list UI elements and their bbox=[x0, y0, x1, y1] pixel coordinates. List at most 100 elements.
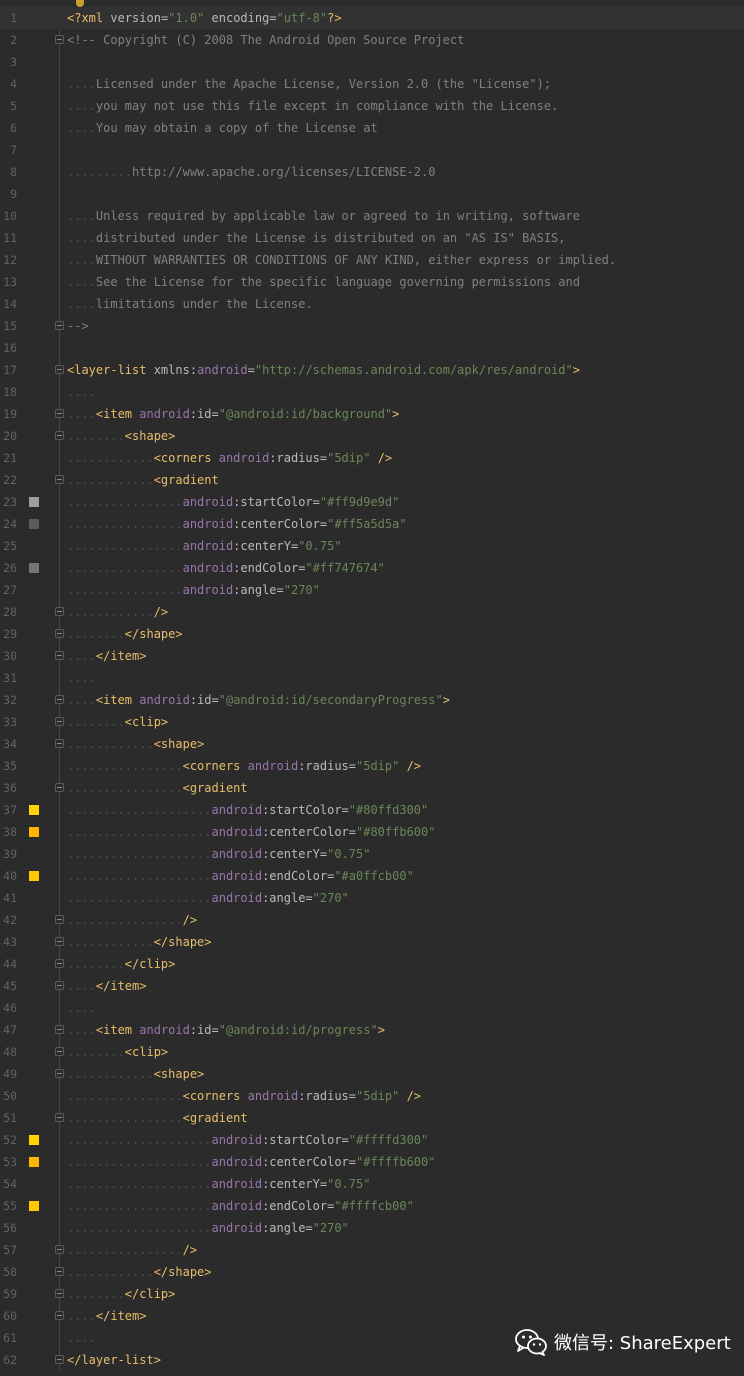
code-line[interactable]: 34 ............<shape> bbox=[0, 733, 744, 755]
code-line[interactable]: 18.... bbox=[0, 381, 744, 403]
code-line[interactable]: 36 ................<gradient bbox=[0, 777, 744, 799]
code-line[interactable]: 33 ........<clip> bbox=[0, 711, 744, 733]
fold-toggle-icon[interactable] bbox=[55, 1311, 64, 1320]
code-line[interactable]: 38 ....................android:centerColo… bbox=[0, 821, 744, 843]
code-line[interactable]: 51 ................<gradient bbox=[0, 1107, 744, 1129]
fold-toggle-icon[interactable] bbox=[55, 409, 64, 418]
fold-toggle-icon[interactable] bbox=[55, 1355, 64, 1364]
code-line[interactable]: 11 ....distributed under the License is d… bbox=[0, 227, 744, 249]
code-line[interactable]: 44 ........</clip> bbox=[0, 953, 744, 975]
code-line[interactable]: 1 <?xml version="1.0" encoding="utf-8"?> bbox=[0, 0, 744, 29]
fold-toggle-icon[interactable] bbox=[55, 981, 64, 990]
code-line[interactable]: 17 <layer-list xmlns:android="http://sche… bbox=[0, 359, 744, 381]
fold-toggle-icon[interactable] bbox=[55, 651, 64, 660]
fold-toggle-icon[interactable] bbox=[55, 695, 64, 704]
line-number: 51 bbox=[3, 1111, 17, 1125]
color-swatch-icon[interactable] bbox=[29, 1201, 39, 1211]
fold-toggle-icon[interactable] bbox=[55, 1267, 64, 1276]
fold-toggle-icon[interactable] bbox=[55, 915, 64, 924]
code-line[interactable]: 37 ....................android:startColor… bbox=[0, 799, 744, 821]
code-line[interactable]: 19 ....<item android:id="@android:id/back… bbox=[0, 403, 744, 425]
code-line[interactable]: 48 ........<clip> bbox=[0, 1041, 744, 1063]
lightbulb-icon[interactable] bbox=[76, 0, 84, 7]
code-line[interactable]: 21 ............<corners android:radius="5… bbox=[0, 447, 744, 469]
code-line[interactable]: 25 ................android:centerY="0.75" bbox=[0, 535, 744, 557]
code-line[interactable]: 12 ....WITHOUT WARRANTIES OR CONDITIONS O… bbox=[0, 249, 744, 271]
code-line[interactable]: 35 ................<corners android:radiu… bbox=[0, 755, 744, 777]
code-line[interactable]: 9 bbox=[0, 183, 744, 205]
fold-toggle-icon[interactable] bbox=[55, 629, 64, 638]
code-line[interactable]: 4 ....Licensed under the Apache License, … bbox=[0, 73, 744, 95]
code-line[interactable]: 10 ....Unless required by applicable law … bbox=[0, 205, 744, 227]
fold-toggle-icon[interactable] bbox=[55, 607, 64, 616]
line-number: 10 bbox=[3, 209, 17, 223]
color-swatch-icon[interactable] bbox=[29, 563, 39, 573]
color-swatch-icon[interactable] bbox=[29, 1135, 39, 1145]
code-line[interactable]: 58 ............</shape> bbox=[0, 1261, 744, 1283]
code-line[interactable]: 55 ....................android:endColor="… bbox=[0, 1195, 744, 1217]
color-swatch-icon[interactable] bbox=[29, 519, 39, 529]
code-line[interactable]: 23 ................android:startColor="#f… bbox=[0, 491, 744, 513]
code-line[interactable]: 14 ....limitations under the License. bbox=[0, 293, 744, 315]
code-line[interactable]: 39 ....................android:centerY="0… bbox=[0, 843, 744, 865]
fold-toggle-icon[interactable] bbox=[55, 717, 64, 726]
fold-toggle-icon[interactable] bbox=[55, 783, 64, 792]
fold-toggle-icon[interactable] bbox=[55, 937, 64, 946]
code-line[interactable]: 15 --> bbox=[0, 315, 744, 337]
fold-toggle-icon[interactable] bbox=[55, 1047, 64, 1056]
code-line[interactable]: 54 ....................android:centerY="0… bbox=[0, 1173, 744, 1195]
color-swatch-icon[interactable] bbox=[29, 827, 39, 837]
fold-toggle-icon[interactable] bbox=[55, 365, 64, 374]
fold-toggle-icon[interactable] bbox=[55, 321, 64, 330]
code-line[interactable]: 5 ....you may not use this file except in… bbox=[0, 95, 744, 117]
code-line[interactable]: 22 ............<gradient bbox=[0, 469, 744, 491]
fold-toggle-icon[interactable] bbox=[55, 431, 64, 440]
code-line[interactable]: 2 <!-- Copyright (C) 2008 The Android Ope… bbox=[0, 29, 744, 51]
color-swatch-icon[interactable] bbox=[29, 805, 39, 815]
code-line[interactable]: 32 ....<item android:id="@android:id/seco… bbox=[0, 689, 744, 711]
code-line[interactable]: 16 bbox=[0, 337, 744, 359]
code-line[interactable]: 3 bbox=[0, 51, 744, 73]
code-line[interactable]: 20 ........<shape> bbox=[0, 425, 744, 447]
code-token: .... bbox=[67, 671, 96, 685]
code-line[interactable]: 45 ....</item> bbox=[0, 975, 744, 997]
line-number: 46 bbox=[3, 1001, 17, 1015]
code-line[interactable]: 52 ....................android:startColor… bbox=[0, 1129, 744, 1151]
code-line[interactable]: 26 ................android:endColor="#ff7… bbox=[0, 557, 744, 579]
code-line[interactable]: 24 ................android:centerColor="#… bbox=[0, 513, 744, 535]
code-line[interactable]: 6 ....You may obtain a copy of the Licens… bbox=[0, 117, 744, 139]
code-line[interactable]: 31.... bbox=[0, 667, 744, 689]
code-line[interactable]: 28 ............/> bbox=[0, 601, 744, 623]
code-line[interactable]: 27 ................android:angle="270" bbox=[0, 579, 744, 601]
color-swatch-icon[interactable] bbox=[29, 497, 39, 507]
code-line[interactable]: 49 ............<shape> bbox=[0, 1063, 744, 1085]
fold-toggle-icon[interactable] bbox=[55, 475, 64, 484]
fold-toggle-icon[interactable] bbox=[55, 959, 64, 968]
code-line[interactable]: 8 .........http://www.apache.org/licenses… bbox=[0, 161, 744, 183]
fold-toggle-icon[interactable] bbox=[55, 35, 64, 44]
code-line[interactable]: 42 ................/> bbox=[0, 909, 744, 931]
fold-toggle-icon[interactable] bbox=[55, 1113, 64, 1122]
code-line[interactable]: 30 ....</item> bbox=[0, 645, 744, 667]
code-line[interactable]: 59 ........</clip> bbox=[0, 1283, 744, 1305]
code-line[interactable]: 53 ....................android:centerColo… bbox=[0, 1151, 744, 1173]
code-line[interactable]: 7 bbox=[0, 139, 744, 161]
fold-toggle-icon[interactable] bbox=[55, 739, 64, 748]
code-line[interactable]: 47 ....<item android:id="@android:id/prog… bbox=[0, 1019, 744, 1041]
color-swatch-icon[interactable] bbox=[29, 1157, 39, 1167]
code-line[interactable]: 57 ................/> bbox=[0, 1239, 744, 1261]
fold-toggle-icon[interactable] bbox=[55, 1069, 64, 1078]
fold-toggle-icon[interactable] bbox=[55, 1025, 64, 1034]
code-line[interactable]: 13 ....See the License for the specific l… bbox=[0, 271, 744, 293]
code-line[interactable]: 46.... bbox=[0, 997, 744, 1019]
code-line[interactable]: 29 ........</shape> bbox=[0, 623, 744, 645]
code-line[interactable]: 41 ....................android:angle="270… bbox=[0, 887, 744, 909]
code-line[interactable]: 43 ............</shape> bbox=[0, 931, 744, 953]
code-line[interactable]: 40 ....................android:endColor="… bbox=[0, 865, 744, 887]
fold-toggle-icon[interactable] bbox=[55, 1289, 64, 1298]
code-line[interactable]: 50 ................<corners android:radiu… bbox=[0, 1085, 744, 1107]
code-editor[interactable]: 1 <?xml version="1.0" encoding="utf-8"?> 2… bbox=[0, 0, 744, 1371]
code-line[interactable]: 56 ....................android:angle="270… bbox=[0, 1217, 744, 1239]
color-swatch-icon[interactable] bbox=[29, 871, 39, 881]
fold-toggle-icon[interactable] bbox=[55, 1245, 64, 1254]
